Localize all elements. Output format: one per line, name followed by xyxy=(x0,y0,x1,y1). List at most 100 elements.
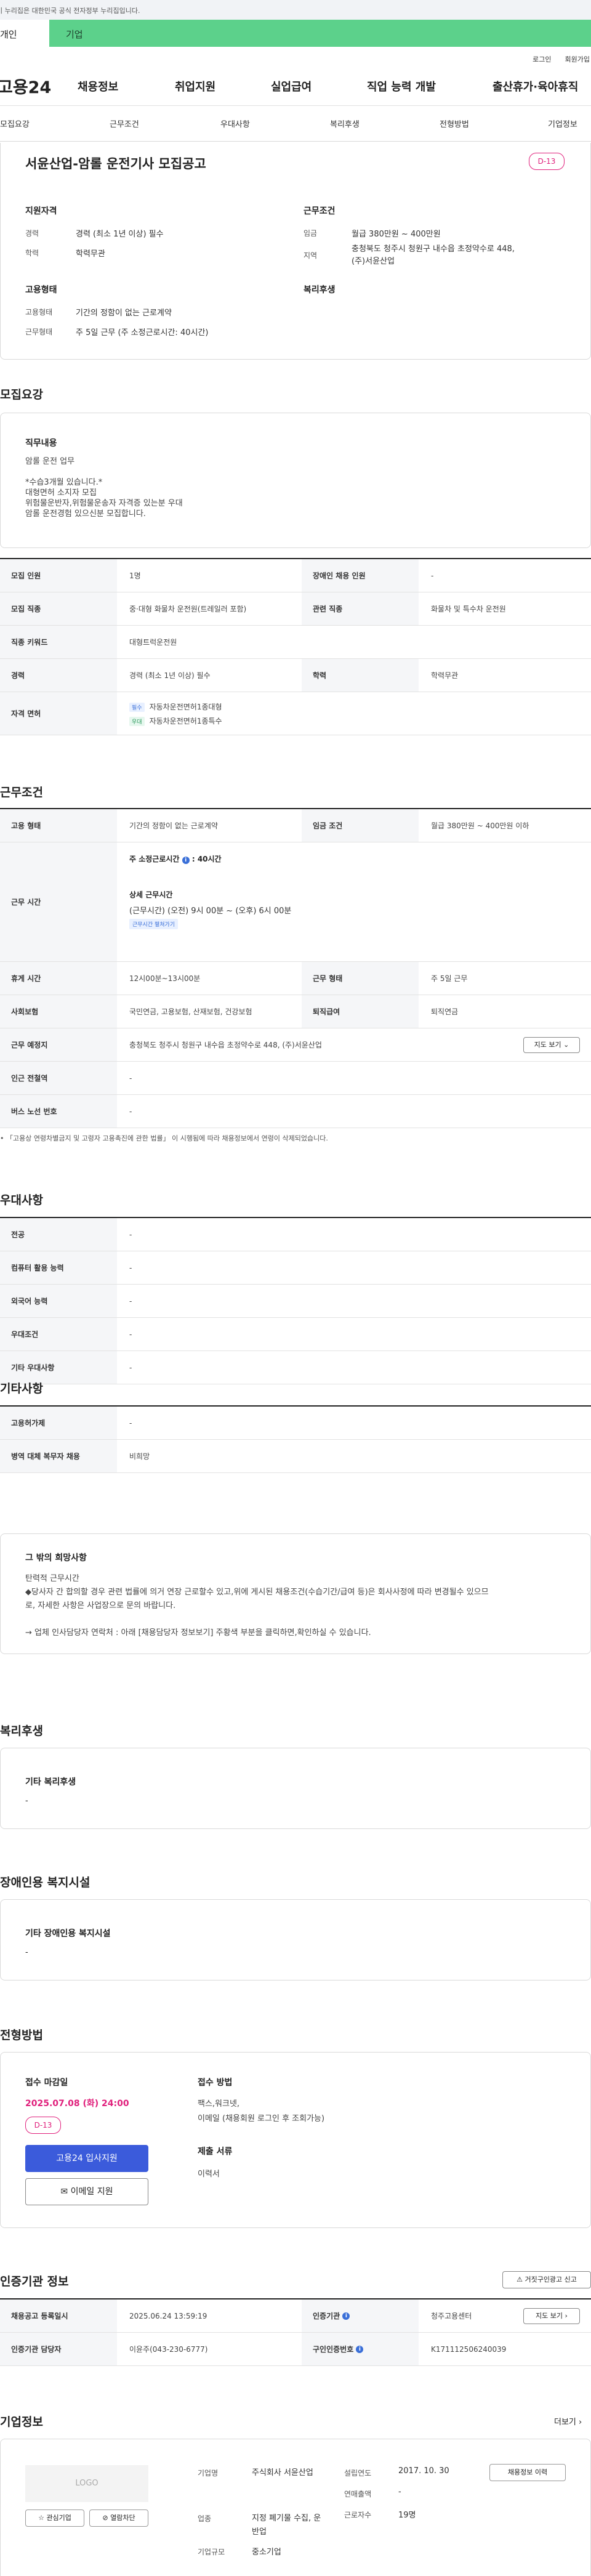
job-desc-title: 직무내용 xyxy=(25,438,57,448)
gov-banner: 이 누리집은 대한민국 공식 전자정부 누리집입니다. xyxy=(0,0,591,20)
site-logo[interactable]: 고용24 xyxy=(0,74,74,98)
tab-company-label: 기업 xyxy=(66,29,83,40)
hours-label: 근무 시간 xyxy=(0,842,117,961)
job-desc-card: 직무내용 암롤 운전 업무 *수습3개월 있습니다.* 대형면허 소지자 모집 … xyxy=(0,413,591,548)
region-label: 지역 xyxy=(304,251,318,260)
gnb-item-training[interactable]: 직업 능력 개발 xyxy=(367,78,436,94)
keyword-label: 직종 키워드 xyxy=(0,626,117,658)
break-value: 12시00분~13시00분 xyxy=(129,974,201,983)
wage-cond-label: 임금 조건 xyxy=(302,809,419,842)
wish-line: → 업체 인사담당자 연락처 : 아래 [채용담당자 정보보기] 주황색 부분을… xyxy=(25,1628,371,1637)
pref-cond-value: - xyxy=(129,1330,132,1339)
join-link[interactable]: 회원가입 xyxy=(565,54,590,67)
info-icon[interactable]: i xyxy=(182,857,190,864)
bus-label: 버스 노선 번호 xyxy=(0,1095,117,1128)
gnb-item-benefit[interactable]: 실업급여 xyxy=(271,78,312,94)
favorite-button[interactable]: ☆ 관심기업 xyxy=(25,2509,84,2527)
license-item: 필수 자동차운전면허1종대형 xyxy=(129,701,222,712)
wish-title: 그 밖의 희망사항 xyxy=(25,1553,87,1563)
method-value-2: 이메일 (채용회원 로그인 후 조회가능) xyxy=(198,2114,325,2123)
insurance-label: 사회보험 xyxy=(0,995,117,1028)
selection-card: 접수 마감일 2025.07.08 (화) 24:00 D-13 고용24 입사… xyxy=(0,2052,591,2228)
apply-button[interactable]: 고용24 입사지원 xyxy=(25,2145,148,2172)
industry-label: 업종 xyxy=(198,2514,212,2523)
emp-count-label: 근로자수 xyxy=(344,2511,372,2519)
wish-line: ◆당사자 간 합의할 경우 관련 법률에 의거 연장 근로할수 있고,위에 게시… xyxy=(25,1588,489,1597)
license-name: 자동차운전면허1종대형 xyxy=(149,702,222,711)
email-apply-button[interactable]: ✉ 이메일 지원 xyxy=(25,2178,148,2205)
job-desc-text: 암롤 운전 업무 *수습3개월 있습니다.* 대형면허 소지자 모집 위험물운반… xyxy=(25,456,183,519)
tab-person-label: 개인 xyxy=(0,29,17,40)
id-value: K171112506240039 xyxy=(431,2344,507,2354)
apply-button-label: 고용24 입사지원 xyxy=(56,2154,118,2163)
job-title: 서윤산업-암롤 운전기사 모집공고 xyxy=(25,156,206,171)
job-value: 중·대형 화물차 운전원(트레일러 포함) xyxy=(129,605,247,613)
info-icon[interactable]: i xyxy=(342,2312,350,2320)
misc-heading: 기타사항 xyxy=(0,1382,43,1395)
report-button-label: 거짓구인광고 신고 xyxy=(525,2275,577,2283)
wish-text: 탄력적 근무시간 ◆당사자 간 합의할 경우 관련 법률에 의거 연장 근로할수… xyxy=(25,1572,567,1640)
reg-label: 채용공고 등록일시 xyxy=(0,2299,117,2332)
gnb-item-support[interactable]: 취업지원 xyxy=(175,78,215,94)
snb-item-conditions[interactable]: 근무조건 xyxy=(110,118,139,129)
gov-banner-text: 이 누리집은 대한민국 공식 전자정부 누리집입니다. xyxy=(0,7,140,15)
top-tabs: 개인 기업 xyxy=(0,20,591,47)
career-label: 경력 xyxy=(25,229,39,238)
agency-label: 인증기관 i xyxy=(302,2299,419,2332)
form-value: 주 5일 근무 xyxy=(431,974,468,983)
star-icon: ☆ xyxy=(38,2514,44,2522)
hire-history-button[interactable]: 채용정보 이력 xyxy=(489,2464,566,2481)
severance-value: 퇴직연금 xyxy=(431,1007,459,1016)
tab-person[interactable]: 개인 xyxy=(0,20,49,47)
snb-item-prefs[interactable]: 우대사항 xyxy=(220,118,250,129)
job-desc-line: 암롤 운전경험 있으신분 모집합니다. xyxy=(25,509,146,519)
summary-card: 서윤산업-암롤 운전기사 모집공고 D-13 지원자격 경력 경력 (최소 1년… xyxy=(0,143,591,360)
favorite-label: 관심기업 xyxy=(46,2514,71,2522)
map-view-button[interactable]: 지도 보기 ⌄ xyxy=(523,1037,580,1053)
license-preferred-tag: 우대 xyxy=(129,716,145,726)
snb-item-selection[interactable]: 전형방법 xyxy=(440,118,469,129)
more-label: 더보기 xyxy=(554,2418,576,2427)
est-value: 2017. 10. 30 xyxy=(398,2466,449,2476)
count-label: 모집 인원 xyxy=(0,559,117,592)
method-label: 접수 방법 xyxy=(198,2078,233,2088)
prefs-heading: 우대사항 xyxy=(0,1193,43,1207)
tab-company[interactable]: 기업 xyxy=(49,20,591,47)
detail-title: 상세 근무시간 xyxy=(129,890,173,899)
cert-table: 채용공고 등록일시 2025.06.24 13:59:19 인증기관 i 청주고… xyxy=(0,2298,591,2366)
snb-item-company[interactable]: 기업정보 xyxy=(548,118,577,129)
keyword-value: 대형트럭운전원 xyxy=(129,638,177,647)
docs-value: 이력서 xyxy=(198,2170,220,2179)
login-link[interactable]: 로그인 xyxy=(533,54,551,67)
report-button[interactable]: ⚠ 거짓구인광고 신고 xyxy=(502,2271,591,2288)
job-desc-line: 위험물운반자,위험물운송자 자격증 있는분 우대 xyxy=(25,499,183,508)
cert-heading: 인증기관 정보 xyxy=(0,2275,69,2288)
info-icon[interactable]: i xyxy=(356,2345,364,2353)
company-name-label: 기업명 xyxy=(198,2469,219,2477)
job-desc-line: *수습3개월 있습니다.* xyxy=(25,478,103,487)
recruit-table: 모집 인원 1명 장애인 채용 인원 - 모집 직종 중·대형 화물차 운전원(… xyxy=(0,558,591,735)
age-note-text: 「고용상 연령차별금지 및 고령자 고용촉진에 관한 법률」 이 시행됨에 따라… xyxy=(6,1134,328,1142)
gnb-item-jobs[interactable]: 채용정보 xyxy=(78,78,118,94)
wish-line: 탄력적 근무시간 xyxy=(25,1574,79,1583)
major-value: - xyxy=(129,1230,132,1239)
career-row-label: 경력 xyxy=(0,659,117,692)
edu-row-label: 학력 xyxy=(302,659,419,692)
manager-label: 인증기관 담당자 xyxy=(0,2333,117,2365)
snb-item-recruit[interactable]: 모집요강 xyxy=(0,118,30,129)
permit-value: - xyxy=(129,1418,132,1427)
form-label: 근무 형태 xyxy=(302,962,419,995)
block-icon: ⊘ xyxy=(102,2514,108,2522)
welfare-title: 기타 복리후생 xyxy=(25,1777,76,1787)
detail-toggle-button[interactable]: 근무시간 펼쳐가기 xyxy=(129,919,179,929)
agency-map-button[interactable]: 지도 보기 › xyxy=(523,2308,580,2324)
disabled-label: 장애인 채용 인원 xyxy=(302,559,419,592)
company-more-link[interactable]: 더보기 › xyxy=(554,2415,582,2427)
related-value: 화물차 및 특수차 운전원 xyxy=(431,605,506,613)
block-button[interactable]: ⊘ 열람차단 xyxy=(89,2509,148,2527)
wish-card: 그 밖의 희망사항 탄력적 근무시간 ◆당사자 간 합의할 경우 관련 법률에 … xyxy=(0,1533,591,1654)
welfare-heading: 복리후생 xyxy=(0,1724,43,1738)
block-label: 열람차단 xyxy=(110,2514,135,2522)
gnb-item-leave[interactable]: 출산휴가·육아휴직 xyxy=(492,78,578,94)
snb-item-welfare[interactable]: 복리후생 xyxy=(330,118,360,129)
